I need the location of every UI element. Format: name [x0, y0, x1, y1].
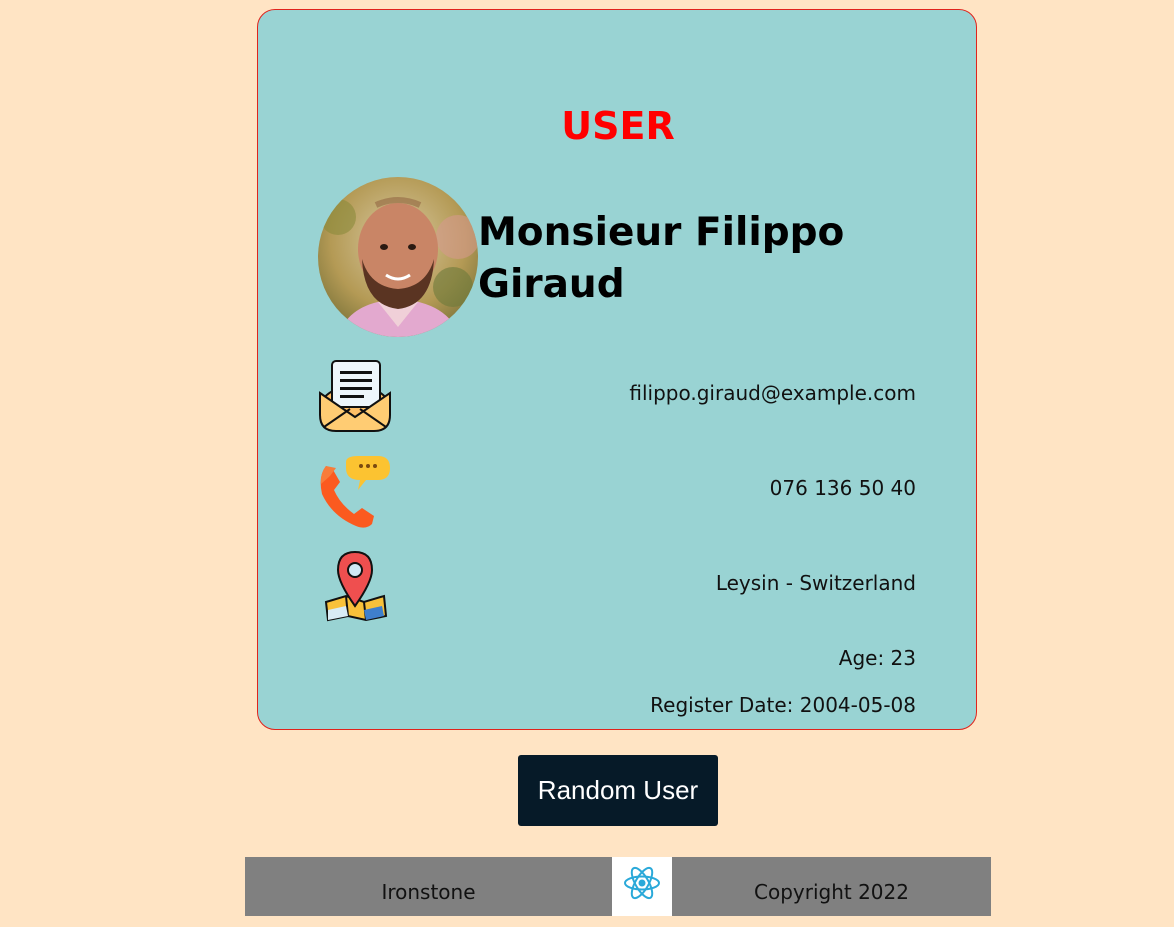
random-user-button[interactable]: Random User — [518, 755, 718, 826]
age-value: Age: 23 — [838, 646, 916, 670]
email-value: filippo.giraud@example.com — [629, 381, 916, 405]
footer: Ironstone Copyright 2022 — [245, 857, 991, 916]
user-card: USER Monsieur Filippo Giraud filippo.gir… — [257, 9, 977, 730]
register-date-value: Register Date: 2004-05-08 — [650, 693, 916, 717]
phone-value: 076 136 50 40 — [769, 476, 916, 500]
location-value: Leysin - Switzerland — [715, 571, 916, 595]
card-title: USER — [561, 104, 675, 148]
react-logo-icon — [612, 857, 672, 916]
map-pin-icon — [316, 550, 394, 628]
footer-brand: Ironstone — [381, 880, 476, 904]
phone-chat-icon — [316, 454, 394, 532]
envelope-letter-icon — [316, 357, 394, 435]
avatar — [318, 177, 478, 337]
user-name: Monsieur Filippo Giraud — [478, 210, 845, 307]
footer-copyright: Copyright 2022 — [754, 880, 909, 904]
